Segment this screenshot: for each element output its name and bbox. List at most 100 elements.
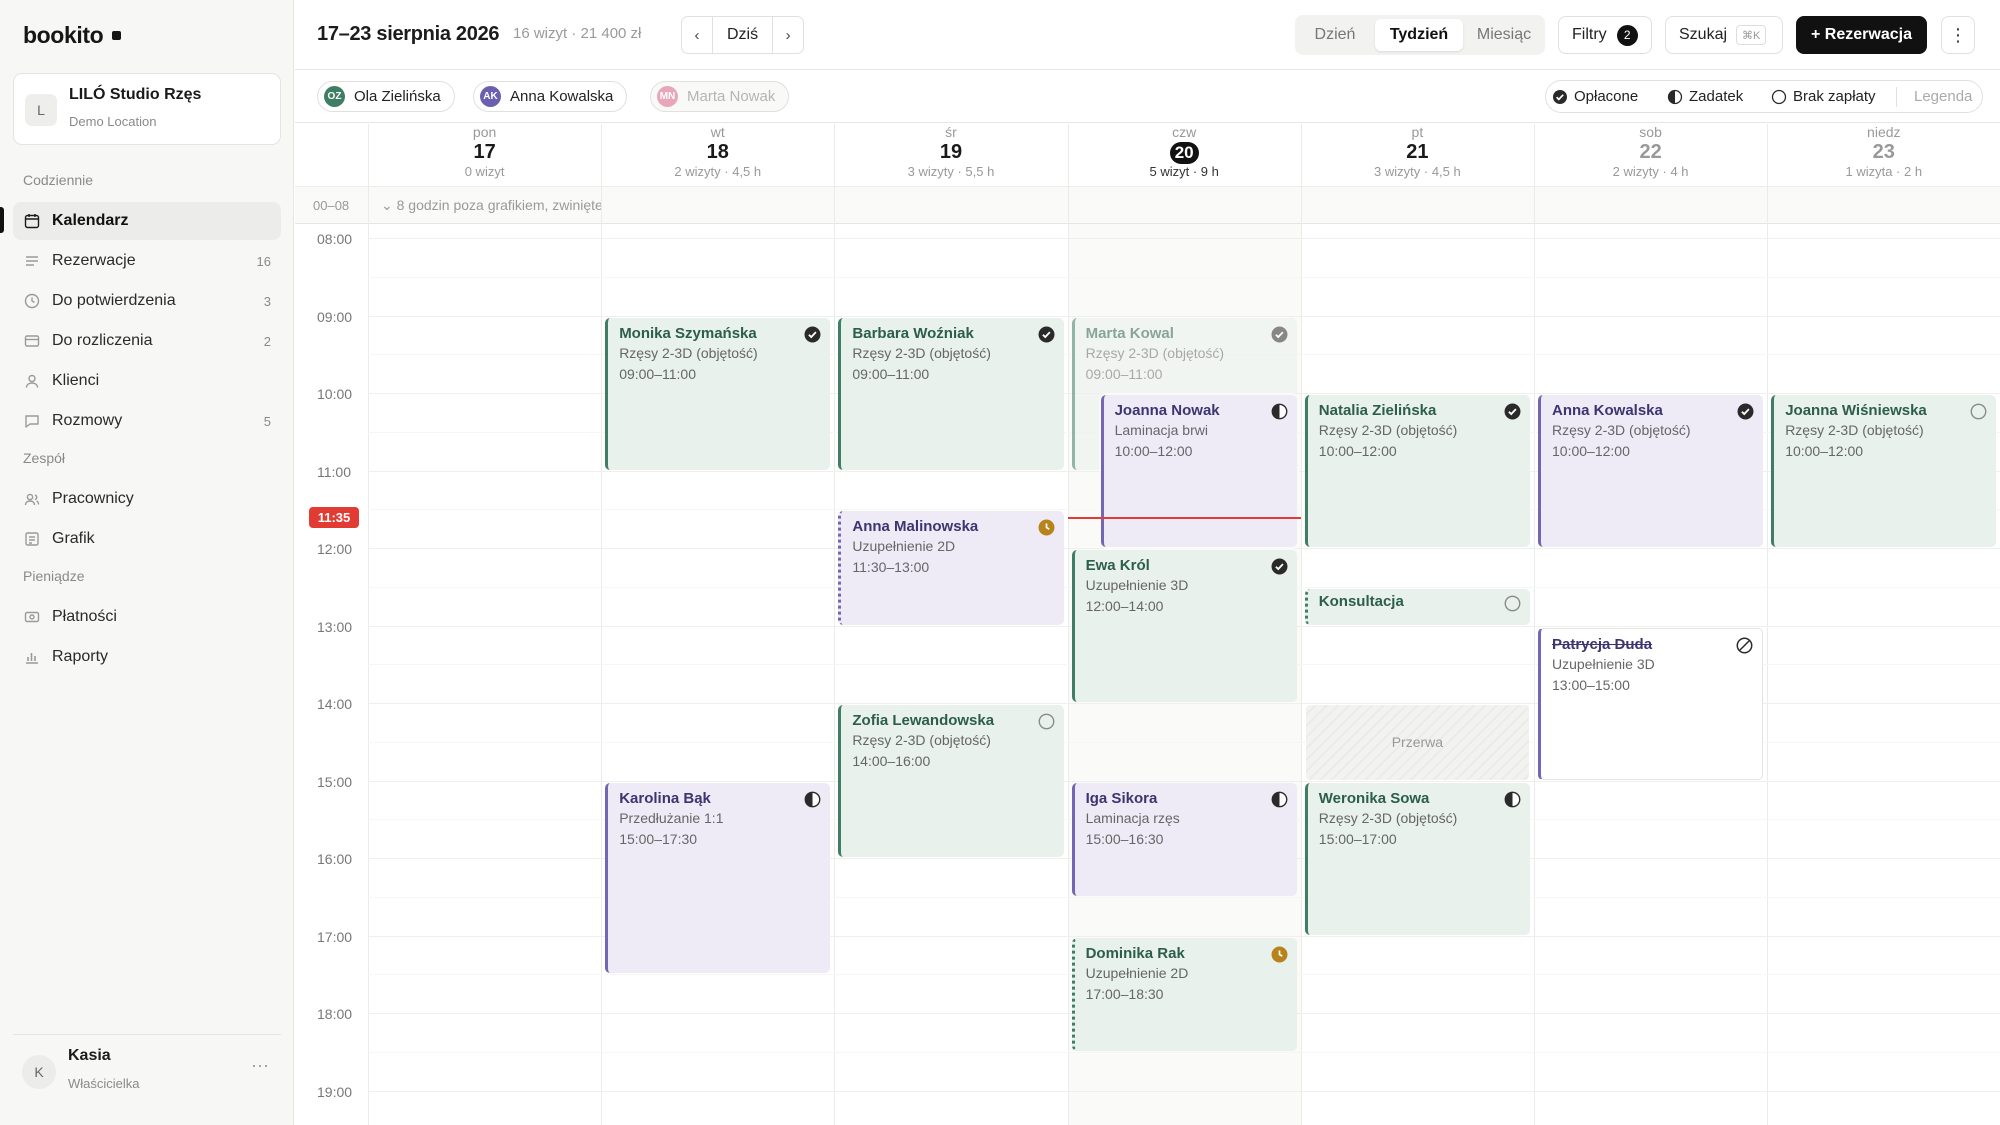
sidebar-item-label: Do rozliczenia xyxy=(52,332,153,349)
day-name: pt xyxy=(1411,124,1424,140)
sidebar-item-label: Do potwierdzenia xyxy=(52,292,176,309)
booking-event[interactable]: Barbara Woźniak Rzęsy 2-3D (objętość) 09… xyxy=(838,317,1064,470)
sidebar-item-do-potwierdzenia[interactable]: Do potwierdzenia 3 xyxy=(13,282,281,320)
booking-time: 09:00–11:00 xyxy=(1085,365,1163,382)
booking-client-name: Konsultacja xyxy=(1318,592,1404,610)
booking-event[interactable]: Dominika Rak Uzupełnienie 2D 17:00–18:30 xyxy=(1071,937,1297,1051)
booking-time: 15:00–16:30 xyxy=(1085,830,1164,847)
view-month-tab[interactable]: Miesiąc xyxy=(1467,19,1541,51)
today-button[interactable]: Dziś xyxy=(712,17,774,53)
booking-event[interactable]: Weronika Sowa Rzęsy 2-3D (objętość) 15:0… xyxy=(1304,782,1530,935)
hour-label: 10:00 xyxy=(317,386,353,402)
legend-deposit: Zadatek xyxy=(1667,88,1743,105)
chart-icon xyxy=(26,653,38,664)
sidebar-item-raporty[interactable]: Raporty xyxy=(13,638,281,676)
sidebar-item-rezerwacje[interactable]: Rezerwacje 16 xyxy=(13,242,281,280)
hour-label: 08:00 xyxy=(317,231,353,247)
day-header[interactable]: sob 22 2 wizyty · 4 h xyxy=(1534,124,1767,186)
day-header[interactable]: niedz 23 1 wizyta · 2 h xyxy=(1767,124,2000,186)
sidebar-item-label: Rozmowy xyxy=(52,412,123,429)
day-name: śr xyxy=(945,124,957,140)
booking-event[interactable]: Patrycja Duda Uzupełnienie 3D 13:00–15:0… xyxy=(1538,627,1764,780)
search-button[interactable]: Szukaj ⌘K xyxy=(1665,16,1783,54)
staff-avatar: AK xyxy=(480,86,501,107)
view-day-tab[interactable]: Dzień xyxy=(1300,19,1370,51)
booking-service: Przedłużanie 1:1 xyxy=(619,809,724,826)
booking-event[interactable]: Natalia Zielińska Rzęsy 2-3D (objętość) … xyxy=(1304,395,1530,547)
booking-client-name: Anna Malinowska xyxy=(852,518,979,536)
staff-filter-chip[interactable]: OZ Ola Zielińska xyxy=(317,81,455,112)
sidebar-item-klienci[interactable]: Klienci xyxy=(13,362,281,400)
booking-service: Rzęsy 2-3D (objętość) xyxy=(1552,422,1691,438)
card-icon xyxy=(24,335,40,347)
booking-client-name: Joanna Nowak xyxy=(1114,402,1220,419)
pending-clock-icon xyxy=(1038,519,1055,536)
search-shortcut: ⌘K xyxy=(1736,25,1767,45)
day-header[interactable]: czw 20 5 wizyt · 9 h xyxy=(1068,124,1301,186)
filters-button[interactable]: Filtry 2 xyxy=(1558,16,1652,54)
sidebar-item-rozmowy[interactable]: Rozmowy 5 xyxy=(13,402,281,440)
day-summary: 0 wizyt xyxy=(464,164,505,179)
day-header[interactable]: pon 17 0 wizyt xyxy=(368,124,601,186)
day-name: czw xyxy=(1172,124,1197,140)
booking-event[interactable]: Monika Szymańska Rzęsy 2-3D (objętość) 0… xyxy=(605,317,831,470)
booking-client-name: Zofia Lewandowska xyxy=(852,712,995,729)
booking-event[interactable]: Zofia Lewandowska Rzęsy 2-3D (objętość) … xyxy=(838,705,1064,857)
location-switcher[interactable]: L LILÓ Studio Rzęs Demo Location xyxy=(13,73,281,145)
clock-icon xyxy=(24,293,40,309)
next-week-button[interactable]: › xyxy=(773,17,803,53)
user-menu-icon[interactable]: ··· xyxy=(248,1056,272,1078)
user-avatar[interactable]: K xyxy=(22,1055,56,1089)
booking-event[interactable]: Konsultacja xyxy=(1304,588,1530,625)
booking-event[interactable]: Iga Sikora Laminacja rzęs 15:00–16:30 xyxy=(1071,782,1297,896)
hour-line xyxy=(368,780,2000,782)
hour-label: 19:00 xyxy=(317,1083,353,1100)
sidebar-item-label: Klienci xyxy=(52,372,100,389)
day-header[interactable]: pt 21 3 wizyty · 4,5 h xyxy=(1301,124,1534,186)
hour-label: 17:00 xyxy=(317,928,353,945)
view-week-tab[interactable]: Tydzień xyxy=(1375,19,1463,51)
booking-client-name: Weronika Sowa xyxy=(1318,789,1430,807)
day-header[interactable]: śr 19 3 wizyty · 5,5 h xyxy=(834,124,1067,186)
legend-button[interactable]: Legenda xyxy=(1914,88,1972,105)
staff-filter-chip[interactable]: AK Anna Kowalska xyxy=(473,81,628,112)
app-logo[interactable]: bookito xyxy=(23,22,122,49)
sidebar: bookito L LILÓ Studio Rzęs Demo Location… xyxy=(0,0,294,1125)
booking-event[interactable]: Joanna Wiśniewska Rzęsy 2-3D (objętość) … xyxy=(1771,395,1997,547)
deposit-icon xyxy=(804,791,821,807)
booking-event[interactable]: Ewa Król Uzupełnienie 3D 12:00–14:00 xyxy=(1071,550,1297,702)
booking-event[interactable]: Karolina Bąk Przedłużanie 1:1 15:00–17:3… xyxy=(605,782,831,974)
booking-event[interactable]: Anna Kowalska Rzęsy 2-3D (objętość) 10:0… xyxy=(1538,395,1764,547)
staff-filter-chip[interactable]: MN Marta Nowak xyxy=(650,81,790,112)
sidebar-item-label: Grafik xyxy=(52,530,95,547)
day-name: pon xyxy=(472,124,497,140)
staff-filter-bar: OZ Ola Zielińska AK Anna Kowalska MN Marta No… xyxy=(295,71,2000,123)
filters-count-badge: 2 xyxy=(1616,24,1638,46)
booking-time: 09:00–11:00 xyxy=(619,365,697,382)
money-icon xyxy=(24,611,40,623)
booking-event[interactable]: Joanna Nowak Laminacja brwi 10:00–12:00 xyxy=(1100,395,1297,547)
hour-label: 18:00 xyxy=(317,1006,353,1022)
sidebar-item-kalendarz[interactable]: Kalendarz xyxy=(13,202,281,240)
booking-time: 12:00–14:00 xyxy=(1085,598,1164,614)
prev-week-button[interactable]: ‹ xyxy=(682,17,712,53)
more-options-icon[interactable]: ⋮ xyxy=(1941,16,1975,54)
staff-name: Anna Kowalska xyxy=(510,88,614,105)
sidebar-item-count: 16 xyxy=(256,253,271,269)
day-summary: 3 wizyty · 4,5 h xyxy=(1374,164,1461,179)
booking-service: Rzęsy 2-3D (objętość) xyxy=(1318,809,1458,826)
sidebar-item-do-rozliczenia[interactable]: Do rozliczenia 2 xyxy=(13,322,281,360)
sidebar-item-pracownicy[interactable]: Pracownicy xyxy=(13,480,281,518)
new-booking-button[interactable]: + Rezerwacja xyxy=(1796,16,1927,54)
booking-event[interactable]: Anna Malinowska Uzupełnienie 2D 11:30–13… xyxy=(838,511,1064,625)
day-name: wt xyxy=(710,124,725,140)
sidebar-item-płatności[interactable]: Płatności xyxy=(13,598,281,636)
booking-time: 15:00–17:00 xyxy=(1318,830,1397,847)
hour-label: 09:00 xyxy=(317,308,353,325)
day-header[interactable]: wt 18 2 wizyty · 4,5 h xyxy=(601,124,834,186)
day-summary: 3 wizyty · 5,5 h xyxy=(907,164,995,179)
collapsed-hours-bar[interactable]: 00–08 ⌄ 8 godzin poza grafikiem, zwinięte xyxy=(295,186,2000,224)
divider xyxy=(1896,87,1897,107)
unpaid-icon xyxy=(1970,403,1987,420)
sidebar-item-grafik[interactable]: Grafik xyxy=(13,520,281,558)
